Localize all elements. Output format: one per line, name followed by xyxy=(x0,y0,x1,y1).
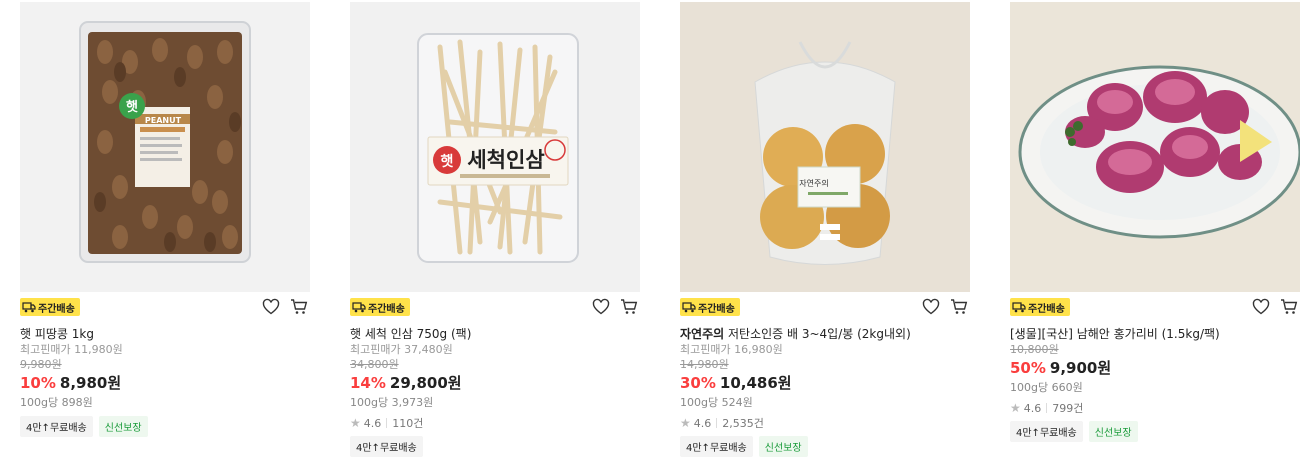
brand-name: 자연주의 xyxy=(680,327,725,341)
delivery-badge-label: 주간배송 xyxy=(1028,303,1065,315)
price-row: 50% 9,900원 xyxy=(1010,358,1300,378)
rating-value: 4.6 xyxy=(363,416,382,430)
peanut-sticker-ko: 햇 xyxy=(126,99,138,115)
cart-icon[interactable] xyxy=(290,298,308,316)
unit-price: 100g당 660원 xyxy=(1010,381,1083,394)
unit-price: 100g당 898원 xyxy=(20,396,93,409)
delivery-badge: 주간배송 xyxy=(680,298,740,316)
review-count: 799건 xyxy=(1052,402,1084,415)
heart-icon[interactable] xyxy=(1252,298,1270,316)
sale-price: 8,980원 xyxy=(59,374,122,392)
product-card[interactable]: 햇 PEANUT 주간배송 햇 피땅콩 1kg 최고핀매가 11,980원 9,… xyxy=(20,2,310,437)
product-name[interactable]: 햇 피땅콩 1kg xyxy=(20,326,310,342)
star-icon: ★ xyxy=(680,416,691,430)
delivery-badge: 주간배송 xyxy=(350,298,410,316)
price-row: 14% 29,800원 xyxy=(350,373,640,393)
unit-price: 100g당 524원 xyxy=(680,396,753,409)
lowest-price-label: 최고핀매가 16,980원 xyxy=(680,343,783,356)
review-count: 2,535건 xyxy=(722,417,764,430)
price-row: 30% 10,486원 xyxy=(680,373,970,393)
discount-rate: 30% xyxy=(680,374,716,392)
cart-icon[interactable] xyxy=(1280,298,1298,316)
star-icon: ★ xyxy=(350,416,361,430)
review-summary[interactable]: ★ 4.6 799건 xyxy=(1010,399,1300,417)
star-icon: ★ xyxy=(1010,401,1021,415)
product-card[interactable]: 주간배송 [생물][국산] 남해안 홍가리비 (1.5kg/팩) 10,800원… xyxy=(1010,2,1300,442)
product-name[interactable]: 햇 세척 인삼 750g (팩) xyxy=(350,326,640,342)
truck-icon xyxy=(352,302,366,313)
cart-icon[interactable] xyxy=(620,298,638,316)
divider xyxy=(716,418,718,428)
heart-icon[interactable] xyxy=(262,298,280,316)
product-grid: 햇 PEANUT 주간배송 햇 피땅콩 1kg 최고핀매가 11,980원 9,… xyxy=(0,0,1308,470)
original-price: 9,980원 xyxy=(20,358,62,371)
review-summary[interactable]: ★ 4.6 2,535건 xyxy=(680,414,970,432)
product-image-peanut[interactable]: 햇 PEANUT xyxy=(20,2,310,292)
cart-icon[interactable] xyxy=(950,298,968,316)
rating-value: 4.6 xyxy=(1023,401,1042,415)
free-shipping-tag: 4만↑무료배송 xyxy=(20,416,93,437)
delivery-badge-label: 주간배송 xyxy=(698,303,735,315)
product-card[interactable]: 햇 세척인삼 주간배송 햇 세척 인삼 750g (팩) 최고핀매가 37,48… xyxy=(350,2,640,457)
free-shipping-tag: 4만↑무료배송 xyxy=(1010,421,1083,442)
peanut-sticker-en: PEANUT xyxy=(145,116,182,125)
unit-price: 100g당 3,973원 xyxy=(350,396,434,409)
review-summary[interactable]: ★ 4.6 110건 xyxy=(350,414,640,432)
product-card[interactable]: 자연주의 주간배송 자연주의 저탄소인증 배 3~4입/봉 (2kg내외) 최고… xyxy=(680,2,970,457)
delivery-badge-label: 주간배송 xyxy=(368,303,405,315)
delivery-badge-label: 주간배송 xyxy=(38,303,75,315)
original-price: 10,800원 xyxy=(1010,343,1059,356)
product-image-pear[interactable]: 자연주의 xyxy=(680,2,970,292)
lowest-price-label: 최고핀매가 37,480원 xyxy=(350,343,453,356)
original-price: 34,800원 xyxy=(350,358,399,371)
product-name[interactable]: 자연주의 저탄소인증 배 3~4입/봉 (2kg내외) xyxy=(680,326,970,342)
delivery-badge: 주간배송 xyxy=(1010,298,1070,316)
freshness-tag: 신선보장 xyxy=(1088,421,1138,442)
heart-icon[interactable] xyxy=(592,298,610,316)
freshness-tag: 신선보장 xyxy=(98,416,148,437)
product-title: 저탄소인증 배 3~4입/봉 (2kg내외) xyxy=(724,327,911,341)
discount-rate: 50% xyxy=(1010,359,1046,377)
product-image-ginseng[interactable]: 햇 세척인삼 xyxy=(350,2,640,292)
discount-rate: 10% xyxy=(20,374,56,392)
product-name[interactable]: [생물][국산] 남해안 홍가리비 (1.5kg/팩) xyxy=(1010,326,1300,342)
divider xyxy=(1046,403,1048,413)
free-shipping-tag: 4만↑무료배송 xyxy=(680,436,753,457)
price-row: 10% 8,980원 xyxy=(20,373,310,393)
sale-price: 29,800원 xyxy=(389,374,462,392)
truck-icon xyxy=(1012,302,1026,313)
rating-value: 4.6 xyxy=(693,416,712,430)
delivery-badge: 주간배송 xyxy=(20,298,80,316)
truck-icon xyxy=(22,302,36,313)
discount-rate: 14% xyxy=(350,374,386,392)
ginseng-label: 세척인삼 xyxy=(467,147,544,172)
product-image-scallop[interactable] xyxy=(1010,2,1300,292)
review-count: 110건 xyxy=(392,417,424,430)
pear-label: 자연주의 xyxy=(799,178,828,188)
ginseng-seal: 햇 xyxy=(441,154,454,170)
sale-price: 9,900원 xyxy=(1049,359,1112,377)
heart-icon[interactable] xyxy=(922,298,940,316)
truck-icon xyxy=(682,302,696,313)
sale-price: 10,486원 xyxy=(719,374,792,392)
freshness-tag: 신선보장 xyxy=(758,436,808,457)
lowest-price-label: 최고핀매가 11,980원 xyxy=(20,343,123,356)
free-shipping-tag: 4만↑무료배송 xyxy=(350,436,423,457)
original-price: 14,980원 xyxy=(680,358,729,371)
divider xyxy=(386,418,388,428)
